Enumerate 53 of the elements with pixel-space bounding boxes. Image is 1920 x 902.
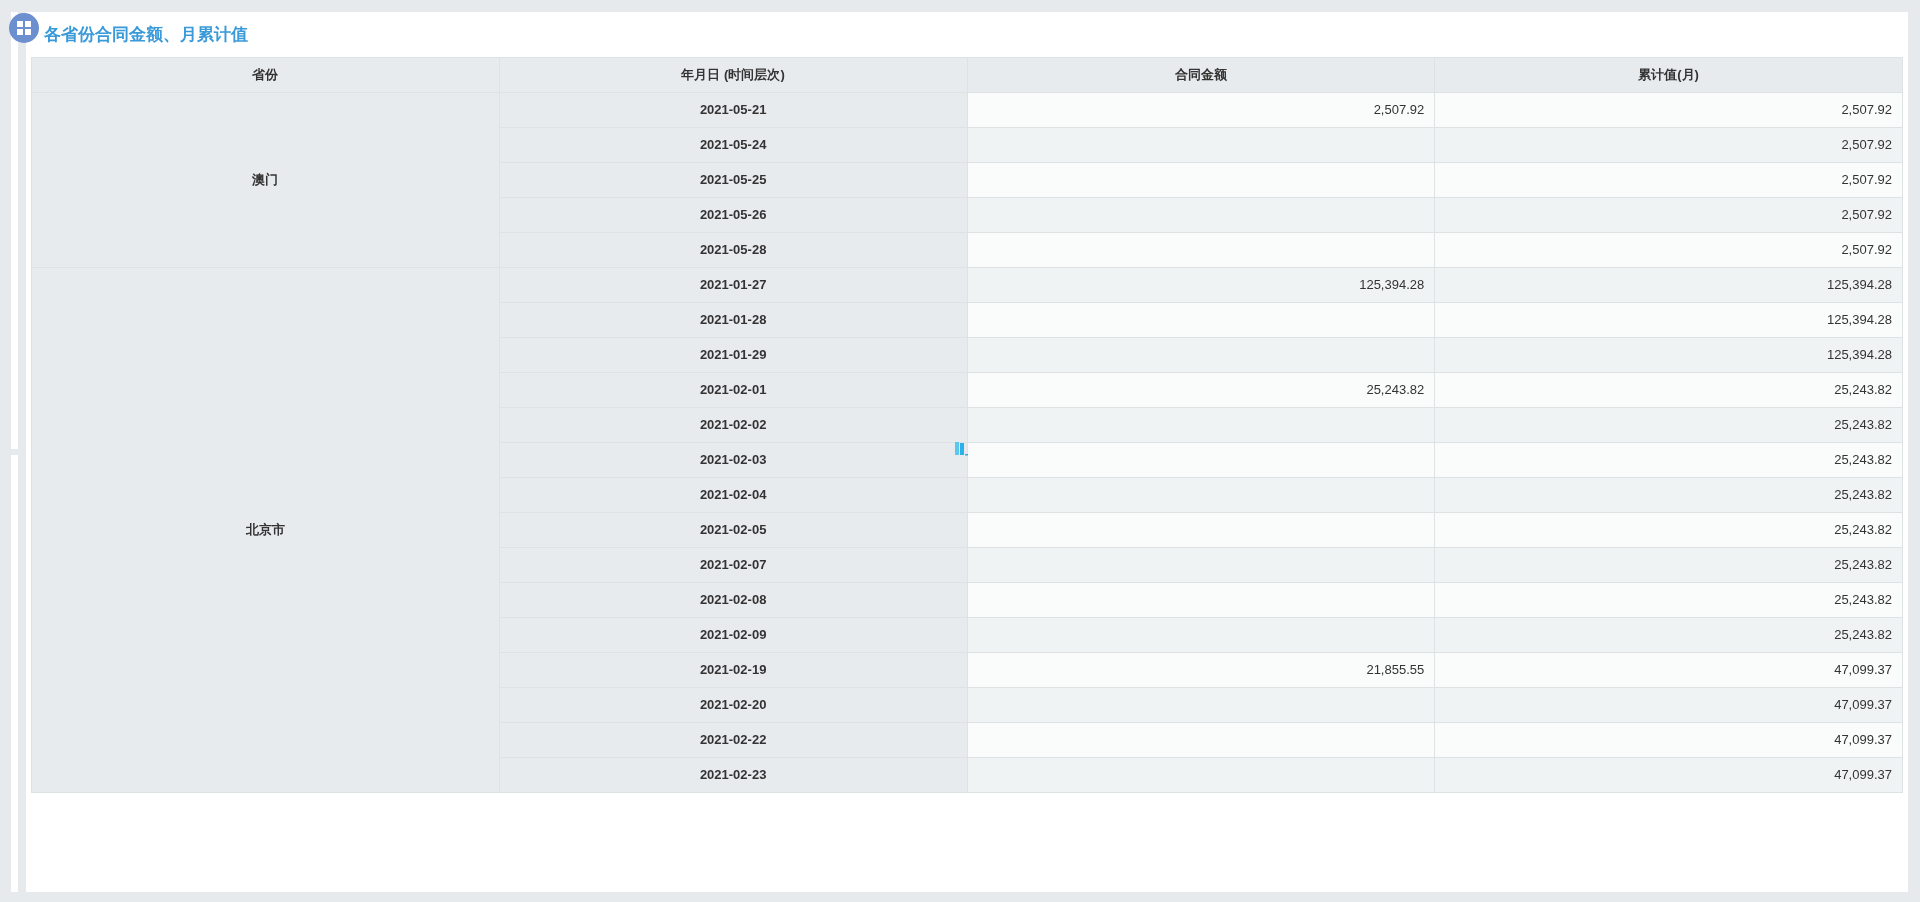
row-header-cell: 2021-02-03 — [499, 443, 968, 478]
row-header-cell: 2021-02-20 — [499, 688, 968, 723]
row-header-cell: 2021-02-08 — [499, 583, 968, 618]
row-header-cell: 2021-01-27 — [499, 268, 968, 303]
table-cell: 2,507.92 — [967, 93, 1436, 128]
row-header-cell: 2021-02-22 — [499, 723, 968, 758]
table-cell: 2,507.92 — [1435, 198, 1903, 233]
column-header: 累计值(月) — [1435, 58, 1903, 93]
row-header-cell: 2021-05-26 — [499, 198, 968, 233]
table-cell: 125,394.28 — [1435, 268, 1903, 303]
table-cell: 2,507.92 — [1435, 163, 1903, 198]
table-cell: 47,099.37 — [1435, 653, 1903, 688]
table-cell: 25,243.82 — [1435, 583, 1903, 618]
widget-title: 各省份合同金额、月累计值 — [44, 24, 248, 46]
table-cell: 25,243.82 — [1435, 443, 1903, 478]
row-header-cell: 2021-02-02 — [499, 408, 968, 443]
bar-chart-icon — [955, 442, 968, 456]
row-header-cell: 2021-05-25 — [499, 163, 968, 198]
column-header: 合同金额 — [967, 58, 1436, 93]
row-header-cell: 2021-01-29 — [499, 338, 968, 373]
table-cell: 47,099.37 — [1435, 723, 1903, 758]
grid-icon[interactable] — [9, 13, 39, 43]
table-cell: 25,243.82 — [1435, 408, 1903, 443]
row-header-cell: 北京市 — [32, 268, 500, 793]
table-cell: 25,243.82 — [1435, 548, 1903, 583]
column-header: 年月日 (时间层次) — [499, 58, 968, 93]
row-header-cell: 2021-02-05 — [499, 513, 968, 548]
column-header: 省份 — [32, 58, 500, 93]
row-header-cell: 2021-05-24 — [499, 128, 968, 163]
table-cell: 125,394.28 — [967, 268, 1436, 303]
row-header-cell: 2021-02-09 — [499, 618, 968, 653]
table-cell: 125,394.28 — [1435, 338, 1903, 373]
row-header-cell: 2021-02-01 — [499, 373, 968, 408]
table-cell: 25,243.82 — [967, 373, 1436, 408]
row-header-cell: 2021-02-07 — [499, 548, 968, 583]
row-header-cell: 2021-02-04 — [499, 478, 968, 513]
row-header-cell: 2021-01-28 — [499, 303, 968, 338]
table-cell: 25,243.82 — [1435, 513, 1903, 548]
row-header-cell: 2021-05-28 — [499, 233, 968, 268]
row-header-cell: 2021-02-19 — [499, 653, 968, 688]
table-cell: 47,099.37 — [1435, 758, 1903, 793]
table-cell: 2,507.92 — [1435, 128, 1903, 163]
table-cell: 21,855.55 — [967, 653, 1436, 688]
row-header-cell: 2021-02-23 — [499, 758, 968, 793]
table-cell: 25,243.82 — [1435, 478, 1903, 513]
table-cell: 2,507.92 — [1435, 233, 1903, 268]
table-cell: 25,243.82 — [1435, 618, 1903, 653]
table-cell: 125,394.28 — [1435, 303, 1903, 338]
table-cell: 2,507.92 — [1435, 93, 1903, 128]
row-header-cell: 澳门 — [32, 93, 500, 268]
row-header-cell: 2021-05-21 — [499, 93, 968, 128]
table-cell: 25,243.82 — [1435, 373, 1903, 408]
table-cell: 47,099.37 — [1435, 688, 1903, 723]
